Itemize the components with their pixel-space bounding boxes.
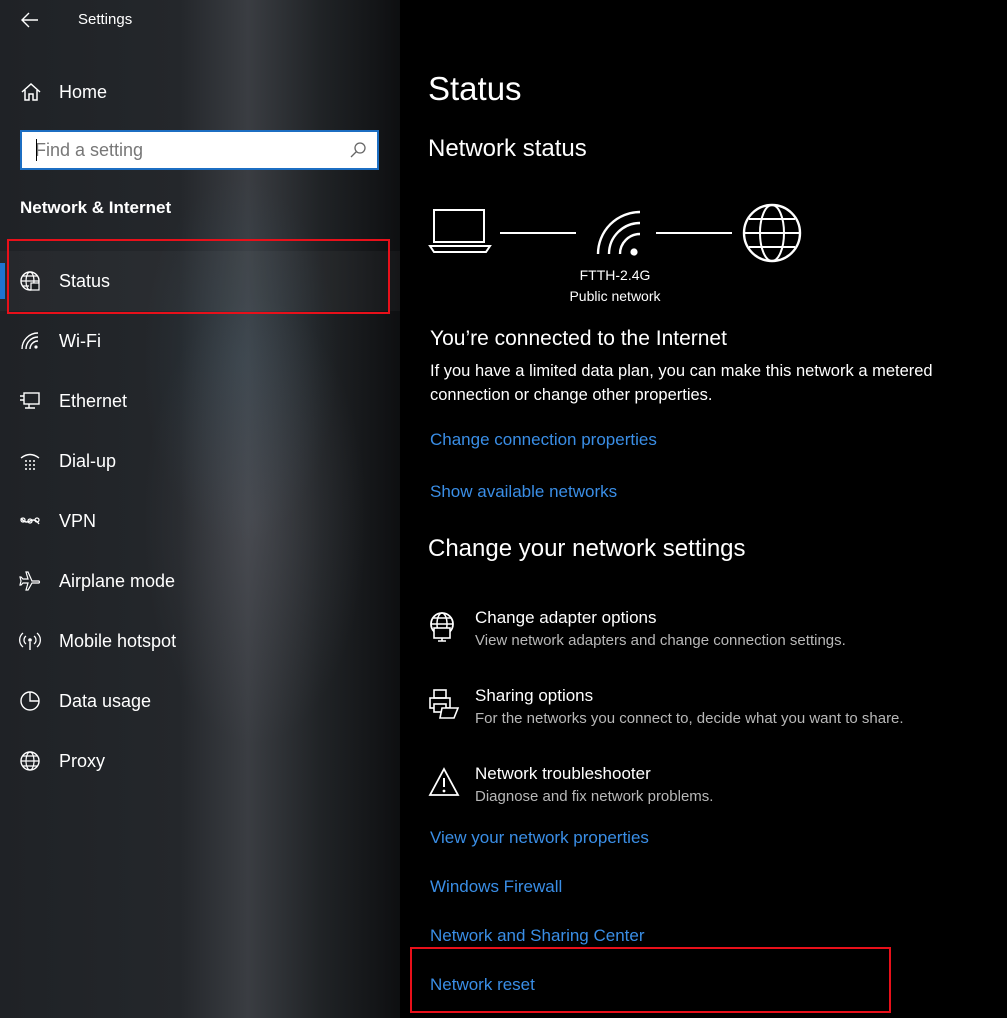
- sidebar-item-label: Dial-up: [59, 451, 117, 471]
- sidebar-item-label: Status: [59, 271, 111, 291]
- network-status-heading: Network status: [428, 135, 587, 162]
- sidebar-item-label: Wi-Fi: [59, 331, 101, 351]
- sidebar-item-label: Mobile hotspot: [59, 631, 177, 651]
- back-button[interactable]: [14, 6, 46, 34]
- page-title: Status: [428, 70, 522, 107]
- sidebar-item-wifi[interactable]: Wi-Fi: [0, 311, 400, 371]
- option-description: Diagnose and fix network problems.: [475, 788, 714, 805]
- option-title: Change adapter options: [475, 608, 657, 627]
- sidebar-item-label: Data usage: [59, 691, 152, 711]
- globe-icon: [20, 751, 40, 771]
- title-bar: Settings: [0, 0, 400, 40]
- option-title: Sharing options: [475, 686, 594, 705]
- change-network-settings-heading: Change your network settings: [428, 535, 746, 562]
- text-caret: [36, 139, 37, 161]
- wifi-signal-icon: [596, 210, 641, 256]
- search-input[interactable]: [22, 132, 342, 168]
- windows-firewall-link[interactable]: Windows Firewall: [430, 877, 562, 897]
- sidebar: Settings Home Network & Internet Status …: [0, 0, 400, 1018]
- sidebar-item-label: Proxy: [59, 751, 106, 771]
- airplane-icon: [19, 571, 41, 591]
- hotspot-icon: [19, 632, 41, 650]
- wifi-icon: [21, 332, 39, 350]
- home-nav-item[interactable]: Home: [0, 72, 400, 112]
- sidebar-item-label: Airplane mode: [59, 571, 176, 591]
- change-adapter-options[interactable]: Change adapter options View network adap…: [400, 608, 1000, 668]
- data-usage-icon: [20, 691, 40, 711]
- vpn-icon: [20, 517, 40, 525]
- selection-indicator: [0, 263, 5, 299]
- option-description: View network adapters and change connect…: [475, 632, 846, 649]
- connection-status-title: You’re connected to the Internet: [430, 327, 727, 350]
- dialup-icon: [20, 453, 40, 470]
- network-sharing-center-link[interactable]: Network and Sharing Center: [430, 926, 645, 946]
- network-troubleshooter[interactable]: Network troubleshooter Diagnose and fix …: [400, 764, 1000, 824]
- laptop-icon: [428, 209, 492, 253]
- network-info: FTTH-2.4G Public network: [540, 265, 690, 307]
- search-icon[interactable]: [349, 141, 367, 159]
- home-label: Home: [59, 82, 108, 102]
- internet-globe-icon: [742, 203, 802, 263]
- home-icon: [21, 82, 41, 101]
- sidebar-item-label: Ethernet: [59, 391, 128, 411]
- sidebar-item-dialup[interactable]: Dial-up: [0, 431, 400, 491]
- main-content: Status Network status FTTH-2.4G Public n…: [400, 0, 1007, 1018]
- back-arrow-icon: [21, 12, 38, 28]
- sidebar-item-proxy[interactable]: Proxy: [0, 731, 400, 791]
- sharing-options[interactable]: Sharing options For the networks you con…: [400, 686, 1000, 746]
- sidebar-item-status[interactable]: Status: [0, 251, 400, 311]
- sidebar-item-label: VPN: [59, 511, 97, 531]
- app-title: Settings: [78, 11, 133, 28]
- change-connection-properties-link[interactable]: Change connection properties: [430, 430, 657, 450]
- option-title: Network troubleshooter: [475, 764, 651, 783]
- adapter-icon: [430, 612, 454, 642]
- search-box[interactable]: [20, 130, 379, 170]
- ethernet-icon: [20, 392, 40, 409]
- section-title: Network & Internet: [20, 198, 172, 217]
- sidebar-item-vpn[interactable]: VPN: [0, 491, 400, 551]
- warning-icon: [428, 767, 460, 796]
- network-reset-link[interactable]: Network reset: [430, 975, 535, 995]
- show-available-networks-link[interactable]: Show available networks: [430, 482, 617, 502]
- network-type: Public network: [569, 288, 661, 304]
- sidebar-item-ethernet[interactable]: Ethernet: [0, 371, 400, 431]
- network-name: FTTH-2.4G: [579, 267, 651, 283]
- sidebar-item-airplane-mode[interactable]: Airplane mode: [0, 551, 400, 611]
- sidebar-item-mobile-hotspot[interactable]: Mobile hotspot: [0, 611, 400, 671]
- sidebar-item-data-usage[interactable]: Data usage: [0, 671, 400, 731]
- connection-status-description: If you have a limited data plan, you can…: [430, 362, 933, 404]
- option-description: For the networks you connect to, decide …: [475, 710, 904, 727]
- view-network-properties-link[interactable]: View your network properties: [430, 828, 649, 848]
- sharing-icon: [429, 689, 460, 719]
- globe-status-icon: [20, 271, 40, 291]
